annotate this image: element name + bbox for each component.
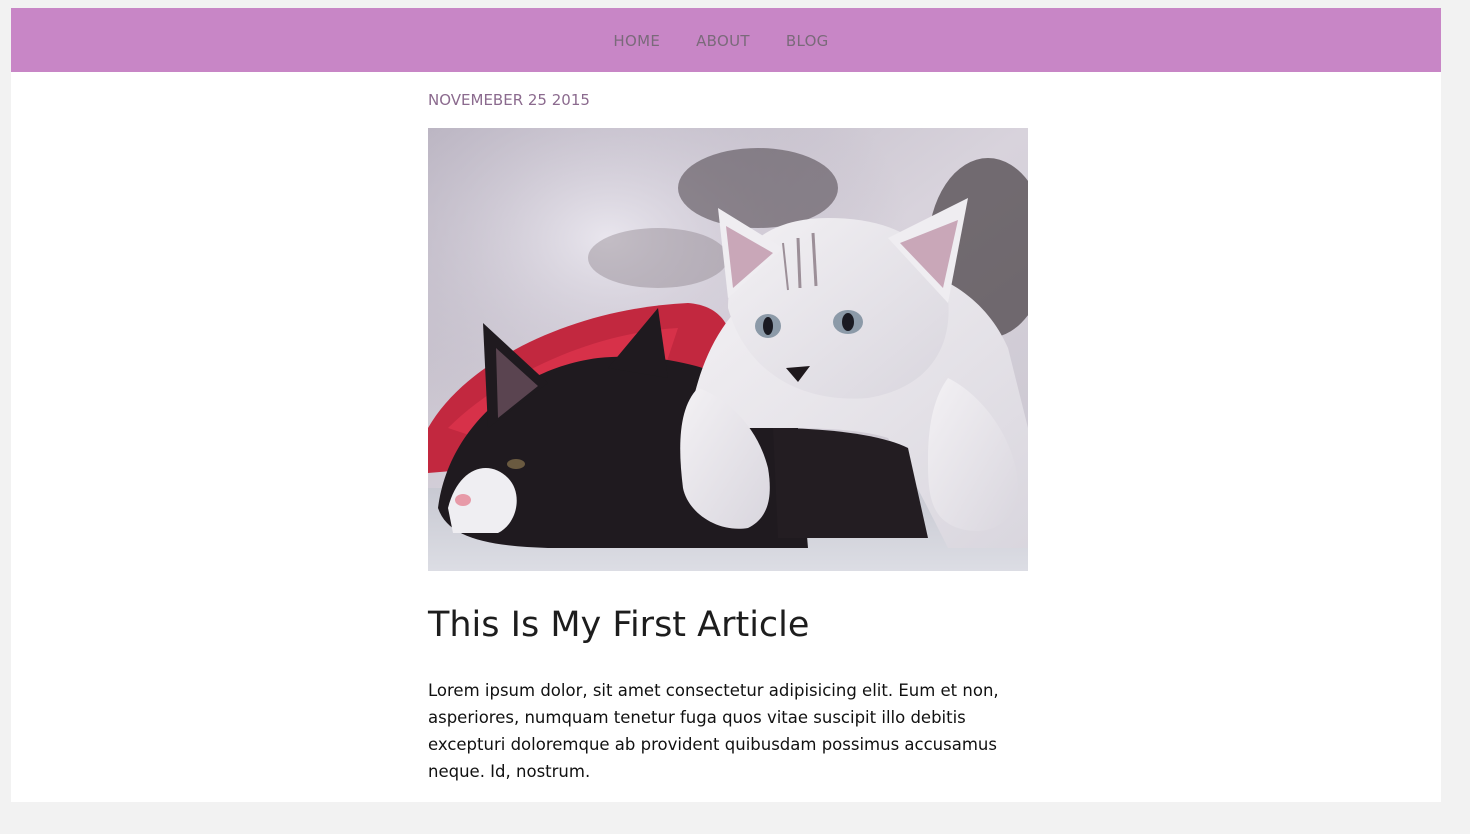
nav-link-home[interactable]: HOME	[613, 32, 660, 50]
nav-link-blog[interactable]: BLOG	[786, 32, 829, 50]
article-date: NOVEMEBER 25 2015	[428, 91, 590, 109]
article-image	[428, 128, 1028, 571]
article: NOVEMEBER 25 2015 This Is My First Artic…	[428, 90, 1028, 785]
article-body: Lorem ipsum dolor, sit amet consectetur …	[428, 681, 999, 781]
page-container: HOME ABOUT BLOG NOVEMEBER 25 2015 This I…	[11, 8, 1441, 802]
nav-item-blog: BLOG	[786, 31, 829, 50]
article-title: This Is My First Article	[428, 605, 810, 645]
kittens-photo	[428, 128, 1028, 571]
nav-item-about: ABOUT	[696, 31, 750, 50]
nav-item-home: HOME	[613, 31, 660, 50]
nav-list: HOME ABOUT BLOG	[613, 31, 828, 50]
nav-link-about[interactable]: ABOUT	[696, 32, 750, 50]
top-navbar: HOME ABOUT BLOG	[11, 8, 1441, 72]
